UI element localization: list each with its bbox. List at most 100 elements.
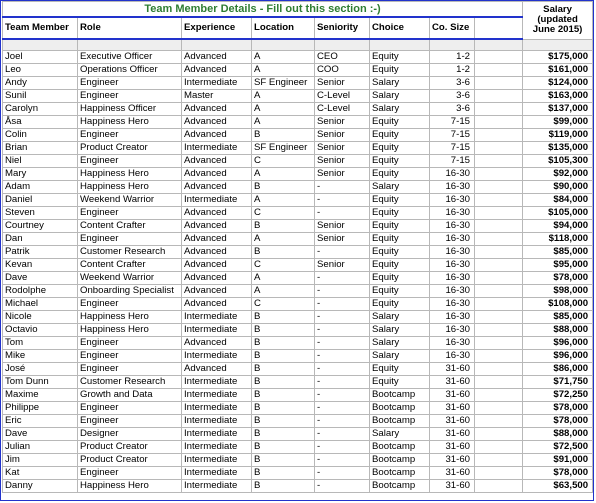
- cell-co-size[interactable]: 16-30: [429, 271, 475, 285]
- cell-experience[interactable]: Intermediate: [181, 401, 252, 415]
- cell-team-member[interactable]: Joel: [2, 50, 78, 64]
- cell-role[interactable]: Happiness Officer: [77, 102, 182, 116]
- cell-location[interactable]: B: [251, 219, 315, 233]
- cell-seniority[interactable]: Senior: [314, 128, 370, 142]
- cell-co-size[interactable]: 7-15: [429, 115, 475, 129]
- cell-seniority[interactable]: -: [314, 284, 370, 298]
- cell-location[interactable]: C: [251, 206, 315, 220]
- cell-choice[interactable]: Equity: [369, 258, 430, 272]
- cell-salary[interactable]: $63,500: [522, 479, 593, 493]
- cell-choice[interactable]: Equity: [369, 271, 430, 285]
- cell-blank[interactable]: [473, 193, 524, 207]
- cell-team-member[interactable]: Carolyn: [2, 102, 78, 116]
- cell-experience[interactable]: Advanced: [181, 258, 252, 272]
- cell-blank[interactable]: [473, 349, 524, 363]
- cell-salary[interactable]: $99,000: [522, 115, 593, 129]
- cell-salary[interactable]: $96,000: [522, 349, 593, 363]
- cell-seniority[interactable]: -: [314, 388, 370, 402]
- cell-experience[interactable]: Intermediate: [181, 427, 252, 441]
- cell-salary[interactable]: $78,000: [522, 271, 593, 285]
- cell-salary[interactable]: $91,000: [522, 453, 593, 467]
- cell-role[interactable]: Engineer: [77, 76, 182, 90]
- cell-location[interactable]: SF Engineer: [251, 141, 315, 155]
- header-location[interactable]: Location: [251, 16, 315, 40]
- header-co-size[interactable]: Co. Size: [429, 16, 475, 40]
- cell-team-member[interactable]: Dave: [2, 271, 78, 285]
- cell-seniority[interactable]: Senior: [314, 219, 370, 233]
- header-seniority[interactable]: Seniority: [314, 16, 370, 40]
- cell-location[interactable]: B: [251, 180, 315, 194]
- cell-location[interactable]: C: [251, 154, 315, 168]
- cell-salary[interactable]: $119,000: [522, 128, 593, 142]
- cell-choice[interactable]: Salary: [369, 323, 430, 337]
- cell-location[interactable]: A: [251, 115, 315, 129]
- cell-experience[interactable]: Advanced: [181, 206, 252, 220]
- cell-role[interactable]: Growth and Data: [77, 388, 182, 402]
- cell-location[interactable]: B: [251, 401, 315, 415]
- cell-salary[interactable]: $86,000: [522, 362, 593, 376]
- cell-choice[interactable]: Equity: [369, 206, 430, 220]
- cell-role[interactable]: Engineer: [77, 362, 182, 376]
- cell-salary[interactable]: $163,000: [522, 89, 593, 103]
- cell-seniority[interactable]: -: [314, 401, 370, 415]
- cell-seniority[interactable]: -: [314, 206, 370, 220]
- cell-experience[interactable]: Advanced: [181, 50, 252, 64]
- cell-team-member[interactable]: Nicole: [2, 310, 78, 324]
- header-team-member[interactable]: Team Member: [2, 16, 78, 40]
- cell-blank[interactable]: [473, 284, 524, 298]
- cell-location[interactable]: B: [251, 466, 315, 480]
- cell-blank[interactable]: [473, 115, 524, 129]
- cell-experience[interactable]: Advanced: [181, 102, 252, 116]
- cell-seniority[interactable]: -: [314, 271, 370, 285]
- cell-team-member[interactable]: Jim: [2, 453, 78, 467]
- cell-location[interactable]: A: [251, 50, 315, 64]
- cell-experience[interactable]: Intermediate: [181, 141, 252, 155]
- cell-location[interactable]: B: [251, 375, 315, 389]
- cell-co-size[interactable]: 7-15: [429, 128, 475, 142]
- cell-team-member[interactable]: Steven: [2, 206, 78, 220]
- cell-co-size[interactable]: 7-15: [429, 154, 475, 168]
- salary-header[interactable]: Salary (updated June 2015): [522, 1, 593, 39]
- cell-location[interactable]: A: [251, 89, 315, 103]
- cell-salary[interactable]: $105,000: [522, 206, 593, 220]
- cell-blank[interactable]: [473, 323, 524, 337]
- cell-team-member[interactable]: Brian: [2, 141, 78, 155]
- cell-experience[interactable]: Advanced: [181, 232, 252, 246]
- cell-seniority[interactable]: -: [314, 466, 370, 480]
- cell-team-member[interactable]: Julian: [2, 440, 78, 454]
- cell-seniority[interactable]: -: [314, 362, 370, 376]
- cell-role[interactable]: Customer Research: [77, 375, 182, 389]
- cell-choice[interactable]: Equity: [369, 141, 430, 155]
- cell-team-member[interactable]: Daniel: [2, 193, 78, 207]
- cell-role[interactable]: Engineer: [77, 414, 182, 428]
- cell-choice[interactable]: Equity: [369, 297, 430, 311]
- cell-co-size[interactable]: 16-30: [429, 245, 475, 259]
- cell-seniority[interactable]: COO: [314, 63, 370, 77]
- cell-seniority[interactable]: Senior: [314, 167, 370, 181]
- cell-experience[interactable]: Advanced: [181, 362, 252, 376]
- cell-location[interactable]: B: [251, 323, 315, 337]
- cell-choice[interactable]: Equity: [369, 232, 430, 246]
- cell-choice[interactable]: Bootcamp: [369, 414, 430, 428]
- cell-experience[interactable]: Intermediate: [181, 349, 252, 363]
- cell-role[interactable]: Happiness Hero: [77, 167, 182, 181]
- cell-blank[interactable]: [473, 63, 524, 77]
- cell-experience[interactable]: Advanced: [181, 219, 252, 233]
- cell-location[interactable]: A: [251, 271, 315, 285]
- cell-experience[interactable]: Intermediate: [181, 76, 252, 90]
- cell-choice[interactable]: Equity: [369, 245, 430, 259]
- cell-co-size[interactable]: 31-60: [429, 414, 475, 428]
- cell-choice[interactable]: Equity: [369, 284, 430, 298]
- cell-co-size[interactable]: 3-6: [429, 102, 475, 116]
- cell-location[interactable]: B: [251, 310, 315, 324]
- cell-seniority[interactable]: -: [314, 375, 370, 389]
- cell-team-member[interactable]: Philippe: [2, 401, 78, 415]
- cell-location[interactable]: B: [251, 453, 315, 467]
- cell-team-member[interactable]: Sunil: [2, 89, 78, 103]
- cell-team-member[interactable]: Tom Dunn: [2, 375, 78, 389]
- cell-location[interactable]: B: [251, 479, 315, 493]
- cell-experience[interactable]: Intermediate: [181, 193, 252, 207]
- cell-co-size[interactable]: 1-2: [429, 63, 475, 77]
- cell-team-member[interactable]: Leo: [2, 63, 78, 77]
- cell-choice[interactable]: Bootcamp: [369, 479, 430, 493]
